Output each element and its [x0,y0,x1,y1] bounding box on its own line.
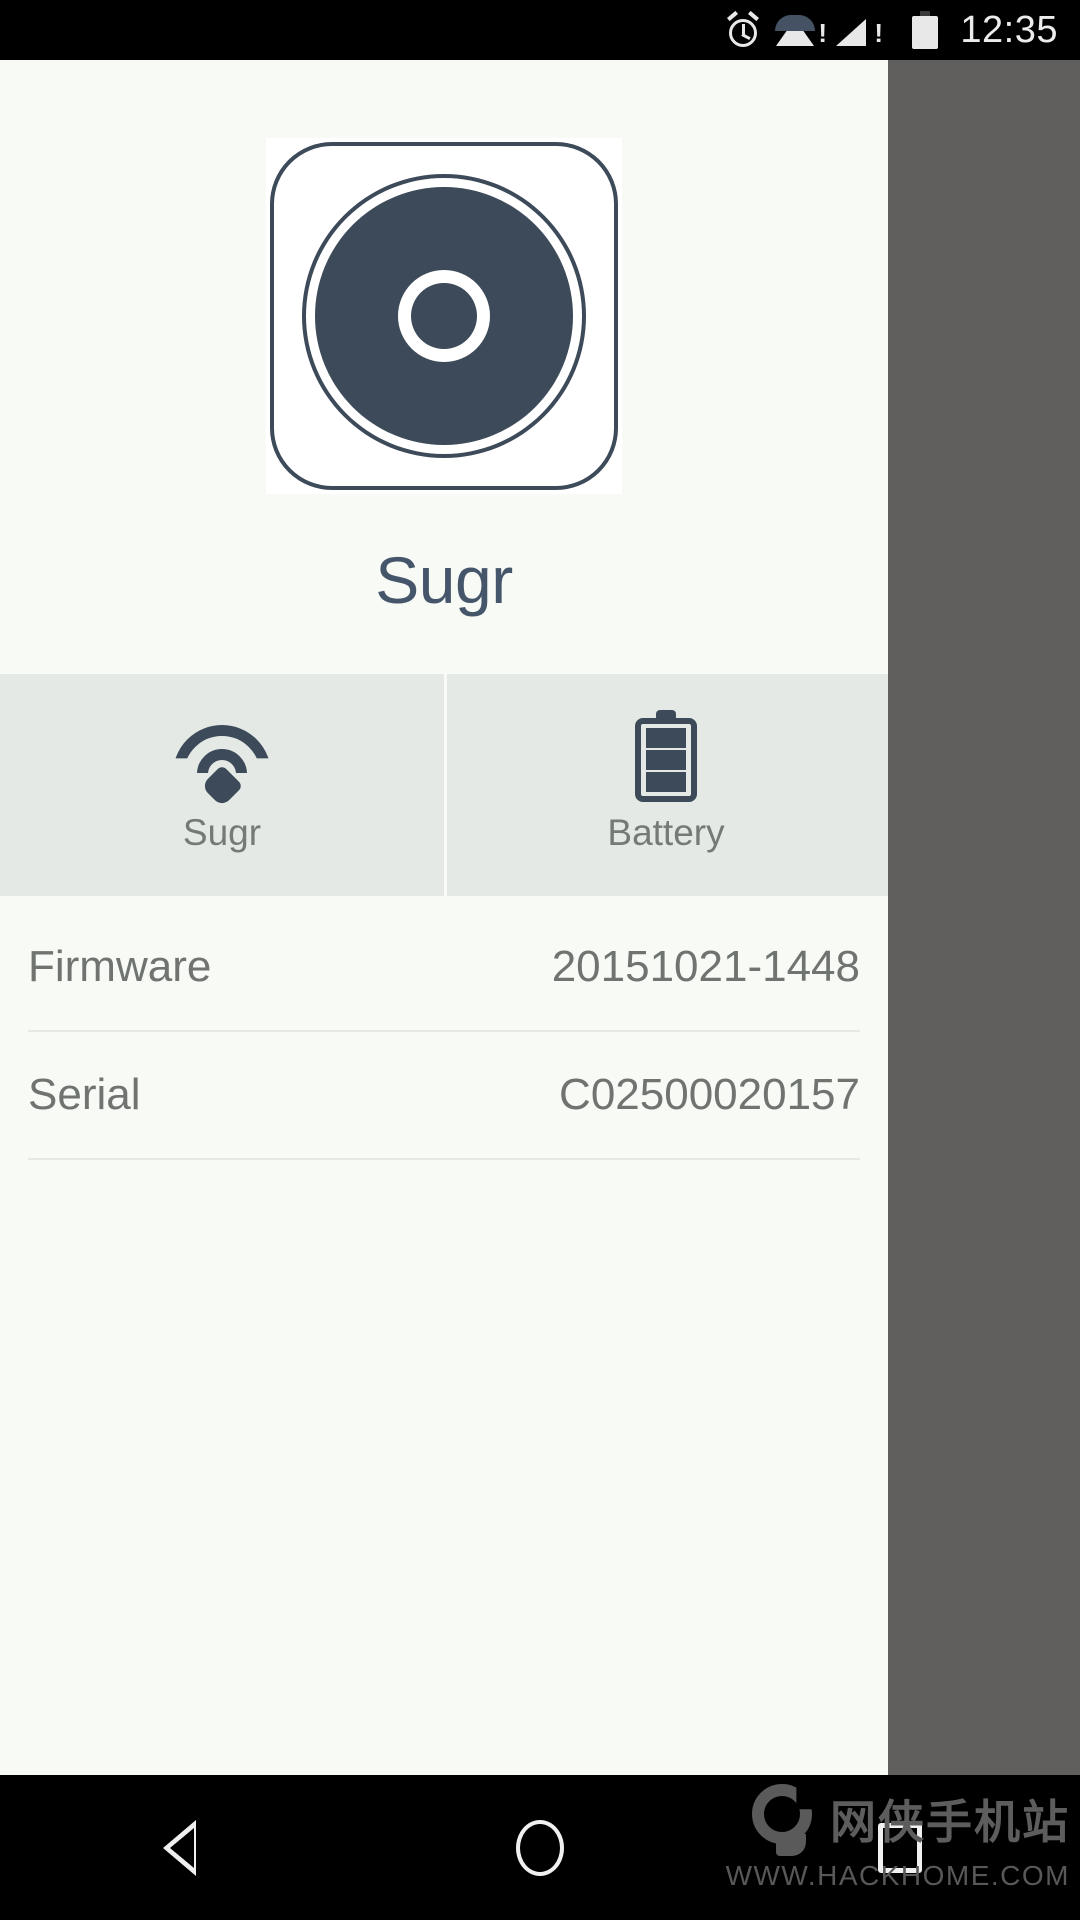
phone-screen: ! ! 12:35 Sugr Sugr Battery Firmware 201… [0,0,1080,1920]
square-icon [878,1822,922,1873]
cellular-warning-icon: ! [836,13,883,47]
info-row-serial: Serial C02500020157 [28,1032,860,1160]
info-value-firmware: 20151021-1448 [551,942,860,991]
nav-back-button[interactable] [0,1819,360,1876]
battery-full-icon [892,11,939,49]
tab-bar: Sugr Battery [0,674,888,896]
info-key-firmware: Firmware [28,942,212,991]
tab-sugr-label: Sugr [182,812,262,853]
navigation-bar: 网侠手机站 WWW.HACKHOME.COM [0,1775,1080,1920]
info-key-serial: Serial [28,1070,141,1119]
device-name-title: Sugr [375,543,513,617]
alarm-icon [726,10,760,47]
wifi-warning-icon: ! [775,13,827,47]
circle-icon [516,1819,564,1876]
wifi-icon [173,716,271,808]
info-value-serial: C02500020157 [559,1070,860,1119]
status-bar-clock: 12:35 [960,8,1058,51]
tab-sugr[interactable]: Sugr [0,674,444,896]
triangle-left-icon [163,1819,197,1876]
nav-recents-button[interactable] [720,1822,1080,1873]
tab-battery-label: Battery [607,812,725,853]
status-bar: ! ! 12:35 [0,0,1080,60]
tab-battery[interactable]: Battery [444,674,888,896]
battery-icon [635,710,697,802]
nav-home-button[interactable] [360,1819,720,1876]
device-info-list: Firmware 20151021-1448 Serial C025000201… [0,896,888,1160]
sugr-device-icon [266,138,622,494]
device-hero: Sugr [0,60,888,674]
info-row-firmware: Firmware 20151021-1448 [28,904,860,1032]
app-content: Sugr Sugr Battery Firmware 20151021-1448… [0,60,888,1775]
